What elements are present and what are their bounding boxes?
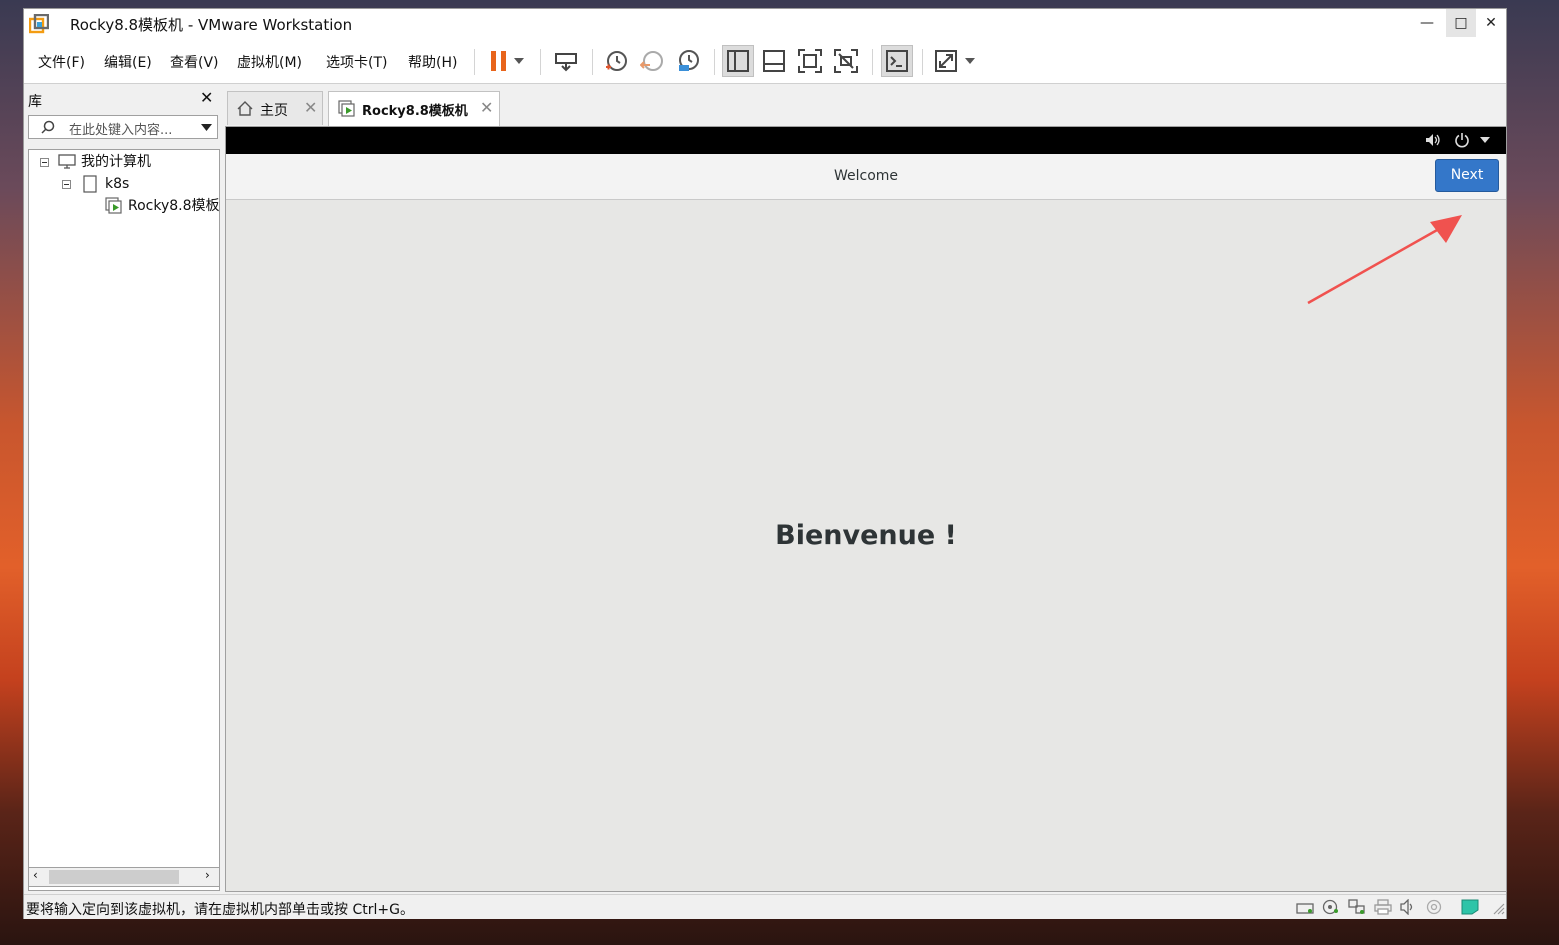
annotation-arrow-icon xyxy=(1307,215,1462,305)
snapshot-take-icon[interactable] xyxy=(600,45,632,77)
network-adapter-icon[interactable] xyxy=(1348,899,1366,915)
folder-icon xyxy=(83,175,97,193)
computer-icon xyxy=(58,154,76,169)
full-screen-icon[interactable] xyxy=(794,45,826,77)
title-bar: Rocky8.8模板机 - VMware Workstation — □ ✕ xyxy=(24,9,1506,39)
menu-help[interactable]: 帮助(H) xyxy=(408,52,457,72)
library-search-input[interactable]: 在此处键入内容... xyxy=(28,115,218,139)
power-icon[interactable] xyxy=(1454,132,1470,148)
library-close-icon[interactable]: ✕ xyxy=(200,88,213,107)
volume-icon[interactable] xyxy=(1425,133,1441,147)
toolbar-separator xyxy=(714,49,715,75)
collapse-icon[interactable] xyxy=(62,180,71,189)
vm-console[interactable]: Welcome Next Bienvenue ! xyxy=(225,126,1507,892)
vm-running-icon xyxy=(338,100,355,117)
printer-icon[interactable] xyxy=(1374,899,1392,915)
hard-disk-icon[interactable] xyxy=(1296,899,1314,915)
welcome-heading: Bienvenue ! xyxy=(775,520,957,551)
vmware-app-icon xyxy=(29,14,49,34)
menu-view[interactable]: 查看(V) xyxy=(170,52,219,72)
library-title: 库 xyxy=(28,94,42,110)
menu-tabs[interactable]: 选项卡(T) xyxy=(326,52,387,72)
installer-header: Welcome Next xyxy=(226,154,1506,200)
tab-close-icon[interactable]: ✕ xyxy=(304,98,317,117)
search-icon xyxy=(41,120,55,134)
chevron-down-icon[interactable] xyxy=(1480,137,1490,143)
menu-file[interactable]: 文件(F) xyxy=(38,52,85,72)
scroll-right-icon[interactable]: › xyxy=(205,868,210,882)
tree-label: 我的计算机 xyxy=(81,154,151,170)
maximize-button[interactable]: □ xyxy=(1446,9,1476,37)
cd-dvd-icon[interactable] xyxy=(1322,899,1340,915)
vmware-window: Rocky8.8模板机 - VMware Workstation — □ ✕ 文… xyxy=(23,8,1507,919)
toolbar-separator xyxy=(474,49,475,75)
menu-bar: 文件(F) 编辑(E) 查看(V) 虚拟机(M) 选项卡(T) 帮助(H) xyxy=(24,39,1506,84)
tree-label: k8s xyxy=(105,176,130,192)
thumbnail-bar-icon[interactable] xyxy=(758,45,790,77)
tab-close-icon[interactable]: ✕ xyxy=(480,98,493,117)
library-tree: 我的计算机 k8s Rocky8.8模板机 xyxy=(28,149,220,891)
close-button[interactable]: ✕ xyxy=(1476,9,1506,37)
message-log-icon[interactable] xyxy=(1461,899,1479,915)
tab-home[interactable]: 主页 ✕ xyxy=(227,91,323,125)
scrollbar-thumb[interactable] xyxy=(49,870,179,884)
page-title: Welcome xyxy=(833,168,899,184)
scroll-left-icon[interactable]: ‹ xyxy=(33,868,38,882)
stretch-dropdown-icon[interactable] xyxy=(960,45,980,77)
toolbar-separator xyxy=(592,49,593,75)
search-placeholder: 在此处键入内容... xyxy=(69,123,173,138)
next-button[interactable]: Next xyxy=(1435,159,1499,192)
menu-edit[interactable]: 编辑(E) xyxy=(104,52,152,72)
guest-top-bar xyxy=(226,127,1506,154)
sound-card-icon[interactable] xyxy=(1400,899,1418,915)
status-bar: 要将输入定向到该虚拟机，请在虚拟机内部单击或按 Ctrl+G。 xyxy=(24,894,1506,919)
menu-vm[interactable]: 虚拟机(M) xyxy=(237,52,302,72)
tree-label: Rocky8.8模板机 xyxy=(128,198,220,214)
status-message: 要将输入定向到该虚拟机，请在虚拟机内部单击或按 Ctrl+G。 xyxy=(26,902,414,918)
tab-rocky-vm[interactable]: Rocky8.8模板机 ✕ xyxy=(328,91,500,127)
snapshot-revert-icon[interactable] xyxy=(636,45,668,77)
send-ctrl-alt-del-icon[interactable] xyxy=(550,45,582,77)
toolbar-separator xyxy=(872,49,873,75)
home-icon xyxy=(237,101,253,116)
library-horizontal-scrollbar[interactable]: ‹ › xyxy=(28,867,220,887)
tab-label: Rocky8.8模板机 xyxy=(362,104,468,119)
toolbar-separator xyxy=(540,49,541,75)
library-panel: 库 ✕ 在此处键入内容... 我的计算机 k8s Rocky8.8模板机 xyxy=(24,85,221,892)
chevron-down-icon[interactable] xyxy=(201,124,212,131)
display-icon[interactable] xyxy=(1425,899,1443,915)
vm-running-icon xyxy=(105,197,122,214)
snapshot-manager-icon[interactable] xyxy=(672,45,704,77)
pause-dropdown-icon[interactable] xyxy=(509,45,529,77)
tab-label: 主页 xyxy=(260,103,288,119)
console-icon[interactable] xyxy=(881,45,913,77)
show-library-icon[interactable] xyxy=(722,45,754,77)
unity-icon[interactable] xyxy=(830,45,862,77)
resize-grip-icon[interactable] xyxy=(1488,899,1506,915)
window-title: Rocky8.8模板机 - VMware Workstation xyxy=(70,16,353,34)
collapse-icon[interactable] xyxy=(40,158,49,167)
minimize-button[interactable]: — xyxy=(1412,9,1442,37)
toolbar-separator xyxy=(922,49,923,75)
stretch-icon[interactable] xyxy=(930,45,962,77)
